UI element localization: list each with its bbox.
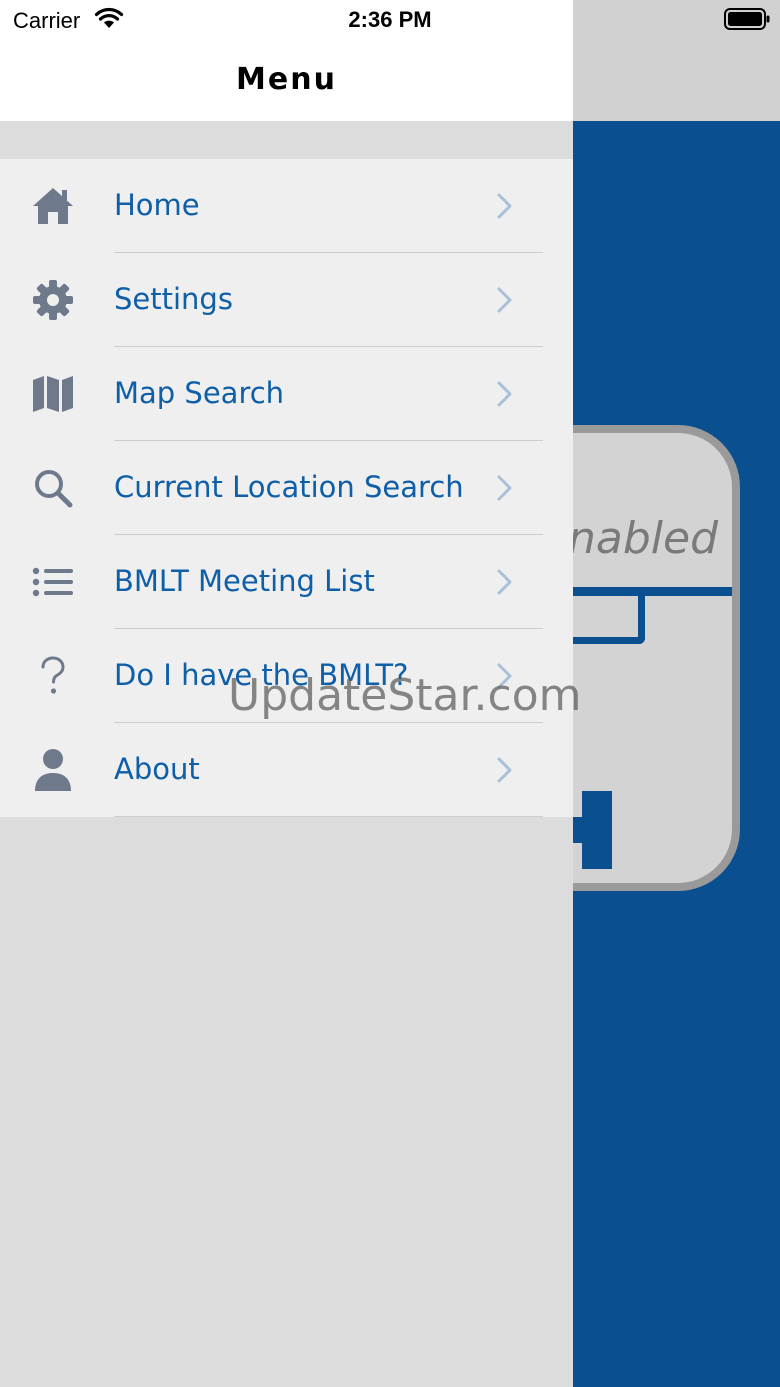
menu-list: Home Settings Map Search Current Locatio… — [0, 159, 573, 817]
list-icon — [30, 559, 76, 605]
chevron-right-icon — [497, 757, 512, 783]
menu-item-label: Settings — [114, 282, 233, 316]
menu-item-label: About — [114, 752, 200, 786]
chevron-right-icon — [497, 663, 512, 689]
menu-item-settings[interactable]: Settings — [0, 253, 573, 347]
battery-icon — [724, 8, 770, 30]
background-card-block — [582, 791, 612, 869]
gear-icon — [30, 277, 76, 323]
side-menu-drawer: Menu Home Settings Map Search Current Lo… — [0, 0, 573, 1387]
map-icon — [30, 371, 76, 417]
chevron-right-icon — [497, 569, 512, 595]
menu-item-do-i-have-the-bmlt[interactable]: Do I have the BMLT? — [0, 629, 573, 723]
menu-item-about[interactable]: About — [0, 723, 573, 817]
search-icon — [30, 465, 76, 511]
menu-item-label: Home — [114, 188, 200, 222]
page-title: Menu — [236, 62, 337, 97]
menu-item-bmlt-meeting-list[interactable]: BMLT Meeting List — [0, 535, 573, 629]
home-icon — [30, 183, 76, 229]
menu-item-label: Do I have the BMLT? — [114, 658, 409, 692]
menu-item-label: BMLT Meeting List — [114, 564, 375, 598]
chevron-right-icon — [497, 381, 512, 407]
chevron-right-icon — [497, 287, 512, 313]
chevron-right-icon — [497, 193, 512, 219]
status-time: 2:36 PM — [348, 7, 432, 32]
chevron-right-icon — [497, 475, 512, 501]
question-icon — [30, 653, 76, 699]
menu-separator — [114, 816, 543, 817]
menu-item-home[interactable]: Home — [0, 159, 573, 253]
menu-item-label: Map Search — [114, 376, 285, 410]
person-icon — [30, 747, 76, 793]
status-bar: Carrier 2:36 PM — [0, 0, 780, 40]
menu-item-map-search[interactable]: Map Search — [0, 347, 573, 441]
menu-item-current-location-search[interactable]: Current Location Search — [0, 441, 573, 535]
menu-item-label: Current Location Search — [114, 470, 464, 504]
